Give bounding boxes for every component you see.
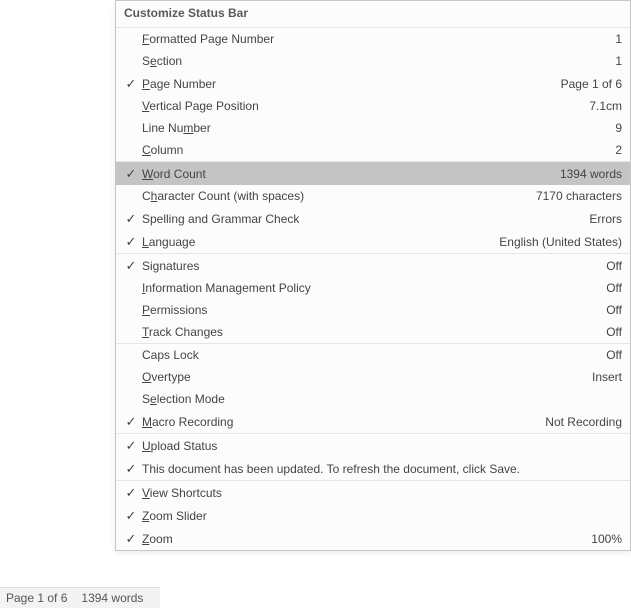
status-bar: Page 1 of 6 1394 words	[0, 587, 160, 608]
menu-item-upload-status[interactable]: ✓Upload Status	[116, 434, 630, 457]
checkmark-icon: ✓	[120, 485, 142, 501]
menu-item-label: Upload Status	[142, 439, 612, 453]
menu-item-zoom-slider[interactable]: ✓Zoom Slider	[116, 504, 630, 527]
menu-item-value: Off	[596, 348, 622, 362]
menu-item-this-document-has-been-updated-to-refres[interactable]: ✓This document has been updated. To refr…	[116, 457, 630, 480]
menu-item-label: Word Count	[142, 167, 550, 181]
menu-item-value: Errors	[579, 212, 622, 226]
menu-item-label: Track Changes	[142, 325, 596, 339]
menu-item-section[interactable]: Section1	[116, 50, 630, 72]
menu-item-value: Off	[596, 325, 622, 339]
menu-item-view-shortcuts[interactable]: ✓View Shortcuts	[116, 481, 630, 504]
menu-item-value: Off	[596, 259, 622, 273]
menu-item-page-number[interactable]: ✓Page NumberPage 1 of 6	[116, 72, 630, 95]
menu-item-value: 100%	[581, 532, 622, 546]
menu-title: Customize Status Bar	[116, 1, 630, 28]
menu-item-value: Off	[596, 303, 622, 317]
customize-status-bar-menu: Customize Status Bar Formatted Page Numb…	[115, 0, 631, 551]
menu-item-column[interactable]: Column2	[116, 139, 630, 161]
menu-item-value: 2	[605, 143, 622, 157]
menu-item-label: Zoom Slider	[142, 509, 612, 523]
checkmark-icon: ✓	[120, 211, 142, 227]
menu-item-language[interactable]: ✓LanguageEnglish (United States)	[116, 230, 630, 253]
checkmark-icon: ✓	[120, 438, 142, 454]
menu-item-value: 1	[605, 32, 622, 46]
menu-item-label: Signatures	[142, 259, 596, 273]
status-page-number[interactable]: Page 1 of 6	[6, 591, 67, 605]
status-word-count[interactable]: 1394 words	[81, 591, 143, 605]
checkmark-icon: ✓	[120, 531, 142, 547]
menu-item-caps-lock[interactable]: Caps LockOff	[116, 344, 630, 366]
menu-item-spelling-and-grammar-check[interactable]: ✓Spelling and Grammar CheckErrors	[116, 207, 630, 230]
menu-item-label: Overtype	[142, 370, 582, 384]
checkmark-icon: ✓	[120, 461, 142, 477]
checkmark-icon: ✓	[120, 508, 142, 524]
menu-item-label: Language	[142, 235, 489, 249]
menu-item-selection-mode[interactable]: Selection Mode	[116, 388, 630, 410]
menu-item-label: Selection Mode	[142, 392, 612, 406]
menu-item-label: Column	[142, 143, 605, 157]
menu-item-label: Caps Lock	[142, 348, 596, 362]
menu-item-information-management-policy[interactable]: Information Management PolicyOff	[116, 277, 630, 299]
menu-item-label: Vertical Page Position	[142, 99, 579, 113]
menu-item-value: Page 1 of 6	[551, 77, 622, 91]
checkmark-icon: ✓	[120, 258, 142, 274]
checkmark-icon: ✓	[120, 414, 142, 430]
menu-item-permissions[interactable]: PermissionsOff	[116, 299, 630, 321]
menu-item-value: 7.1cm	[579, 99, 622, 113]
menu-item-line-number[interactable]: Line Number9	[116, 117, 630, 139]
checkmark-icon: ✓	[120, 166, 142, 182]
menu-item-label: Spelling and Grammar Check	[142, 212, 579, 226]
menu-item-label: Zoom	[142, 532, 581, 546]
menu-item-vertical-page-position[interactable]: Vertical Page Position7.1cm	[116, 95, 630, 117]
menu-item-value: English (United States)	[489, 235, 622, 249]
menu-item-value: Insert	[582, 370, 622, 384]
checkmark-icon: ✓	[120, 76, 142, 92]
menu-item-macro-recording[interactable]: ✓Macro RecordingNot Recording	[116, 410, 630, 433]
menu-item-value: 7170 characters	[526, 189, 622, 203]
menu-item-word-count[interactable]: ✓Word Count1394 words	[116, 162, 630, 185]
menu-item-track-changes[interactable]: Track ChangesOff	[116, 321, 630, 343]
menu-item-label: Page Number	[142, 77, 551, 91]
menu-item-label: Permissions	[142, 303, 596, 317]
menu-item-label: Formatted Page Number	[142, 32, 605, 46]
menu-item-value: 1394 words	[550, 167, 622, 181]
menu-item-value: Off	[596, 281, 622, 295]
menu-item-label: Character Count (with spaces)	[142, 189, 526, 203]
menu-item-label: Information Management Policy	[142, 281, 596, 295]
checkmark-icon: ✓	[120, 234, 142, 250]
menu-item-label: This document has been updated. To refre…	[142, 462, 612, 476]
menu-item-overtype[interactable]: OvertypeInsert	[116, 366, 630, 388]
menu-item-formatted-page-number[interactable]: Formatted Page Number1	[116, 28, 630, 50]
menu-item-label: Line Number	[142, 121, 605, 135]
menu-item-label: View Shortcuts	[142, 486, 612, 500]
menu-item-value: Not Recording	[535, 415, 622, 429]
menu-item-label: Macro Recording	[142, 415, 535, 429]
menu-item-signatures[interactable]: ✓SignaturesOff	[116, 254, 630, 277]
menu-item-value: 1	[605, 54, 622, 68]
menu-item-value: 9	[605, 121, 622, 135]
menu-item-zoom[interactable]: ✓Zoom100%	[116, 527, 630, 550]
menu-item-label: Section	[142, 54, 605, 68]
menu-item-character-count-with-spaces[interactable]: Character Count (with spaces)7170 charac…	[116, 185, 630, 207]
